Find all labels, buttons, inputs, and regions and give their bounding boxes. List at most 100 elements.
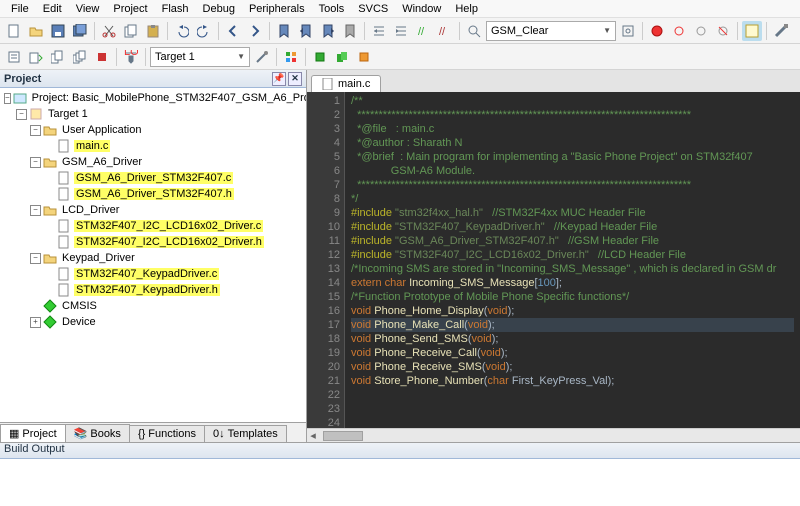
code-area[interactable]: /** ************************************…: [345, 92, 800, 428]
tree-file[interactable]: GSM_A6_Driver_STM32F407.h: [0, 186, 306, 202]
save-button[interactable]: [48, 21, 68, 41]
tab-project[interactable]: ▦Project: [0, 424, 66, 442]
expand-icon[interactable]: −: [30, 125, 41, 136]
bookmark-next-button[interactable]: [318, 21, 338, 41]
find-icon[interactable]: [464, 21, 484, 41]
code-editor[interactable]: 1234567891011121314151617181920212223242…: [307, 92, 800, 428]
menu-peripherals[interactable]: Peripherals: [242, 1, 312, 17]
nav-forward-button[interactable]: [245, 21, 265, 41]
tree-device[interactable]: + Device: [0, 314, 306, 330]
svg-text://: //: [439, 26, 446, 38]
expand-icon[interactable]: −: [30, 205, 41, 216]
menu-svcs[interactable]: SVCS: [351, 1, 395, 17]
breakpoint-clear-button[interactable]: [713, 21, 733, 41]
comment-button[interactable]: //: [413, 21, 433, 41]
tree-cmsis[interactable]: CMSIS: [0, 298, 306, 314]
open-button[interactable]: [26, 21, 46, 41]
translate-button[interactable]: [4, 47, 24, 67]
tree-cmsis-label: CMSIS: [60, 300, 99, 312]
tree-group[interactable]: − LCD_Driver: [0, 202, 306, 218]
project-pane-tabs: ▦Project 📚Books {}Functions 0↓Templates: [0, 422, 306, 442]
tree-root[interactable]: − Project: Basic_MobilePhone_STM32F407_G…: [0, 90, 306, 106]
tree-file[interactable]: main.c: [0, 138, 306, 154]
configure-button[interactable]: [771, 21, 791, 41]
folder-icon: [43, 203, 57, 217]
editor-tab-main[interactable]: main.c: [311, 75, 381, 92]
menu-file[interactable]: File: [4, 1, 36, 17]
batch-build-button[interactable]: [70, 47, 90, 67]
new-file-button[interactable]: [4, 21, 24, 41]
expand-icon[interactable]: +: [30, 317, 41, 328]
paste-button[interactable]: [143, 21, 163, 41]
tab-templates-label: Templates: [228, 428, 278, 440]
tab-functions[interactable]: {}Functions: [129, 425, 205, 442]
target-combo[interactable]: Target 1 ▼: [150, 47, 250, 67]
undo-button[interactable]: [172, 21, 192, 41]
menu-help[interactable]: Help: [448, 1, 485, 17]
menu-project[interactable]: Project: [106, 1, 154, 17]
books-icon: 📚: [74, 427, 88, 440]
uncomment-button[interactable]: //: [435, 21, 455, 41]
menu-view[interactable]: View: [69, 1, 107, 17]
search-combo[interactable]: GSM_Clear ▼: [486, 21, 616, 41]
build-output-pane: Build Output: [0, 442, 800, 506]
menu-debug[interactable]: Debug: [196, 1, 242, 17]
tree-file-label: STM32F407_KeypadDriver.h: [74, 284, 220, 296]
find-in-files-button[interactable]: [618, 21, 638, 41]
tree-group[interactable]: −GSM_A6_Driver: [0, 154, 306, 170]
nav-back-button[interactable]: [223, 21, 243, 41]
tree-file-label: STM32F407_KeypadDriver.c: [74, 268, 219, 280]
bookmark-prev-button[interactable]: [296, 21, 316, 41]
menu-edit[interactable]: Edit: [36, 1, 69, 17]
scrollbar-thumb[interactable]: [323, 431, 363, 441]
tab-books[interactable]: 📚Books: [65, 424, 130, 442]
tree-file[interactable]: STM32F407_KeypadDriver.h: [0, 282, 306, 298]
menu-flash[interactable]: Flash: [155, 1, 196, 17]
manage-rte-button[interactable]: [281, 47, 301, 67]
tree-file[interactable]: GSM_A6_Driver_STM32F407.c: [0, 170, 306, 186]
build-button[interactable]: [26, 47, 46, 67]
bookmark-button[interactable]: [274, 21, 294, 41]
tree-file-label: GSM_A6_Driver_STM32F407.c: [74, 172, 233, 184]
tree-file[interactable]: STM32F407_I2C_LCD16x02_Driver.h: [0, 234, 306, 250]
pack2-button[interactable]: [332, 47, 352, 67]
save-all-button[interactable]: [70, 21, 90, 41]
tree-file[interactable]: STM32F407_I2C_LCD16x02_Driver.c: [0, 218, 306, 234]
tree-file[interactable]: STM32F407_KeypadDriver.c: [0, 266, 306, 282]
pane-close-button[interactable]: ✕: [288, 72, 302, 86]
pack3-button[interactable]: [354, 47, 374, 67]
download-button[interactable]: LOAD: [121, 47, 141, 67]
tree-target[interactable]: − Target 1: [0, 106, 306, 122]
expand-icon[interactable]: −: [30, 157, 41, 168]
redo-button[interactable]: [194, 21, 214, 41]
tree-group[interactable]: −Keypad_Driver: [0, 250, 306, 266]
tree-group-label: LCD_Driver: [60, 204, 121, 216]
debug-button[interactable]: [647, 21, 667, 41]
options-button[interactable]: [252, 47, 272, 67]
breakpoint-disable-button[interactable]: [691, 21, 711, 41]
pane-pin-button[interactable]: 📌: [272, 72, 286, 86]
breakpoint-button[interactable]: [669, 21, 689, 41]
window-button[interactable]: [742, 21, 762, 41]
outdent-button[interactable]: [391, 21, 411, 41]
tab-templates[interactable]: 0↓Templates: [204, 425, 287, 442]
menu-bar: File Edit View Project Flash Debug Perip…: [0, 0, 800, 18]
expand-icon[interactable]: −: [16, 109, 27, 120]
menu-tools[interactable]: Tools: [312, 1, 352, 17]
cut-button[interactable]: [99, 21, 119, 41]
indent-button[interactable]: [369, 21, 389, 41]
copy-button[interactable]: [121, 21, 141, 41]
stop-build-button[interactable]: [92, 47, 112, 67]
tree-group[interactable]: −User Application: [0, 122, 306, 138]
project-pane-title: Project 📌 ✕: [0, 70, 306, 88]
project-tree[interactable]: − Project: Basic_MobilePhone_STM32F407_G…: [0, 88, 306, 422]
pack-button[interactable]: [310, 47, 330, 67]
rebuild-button[interactable]: [48, 47, 68, 67]
menu-window[interactable]: Window: [395, 1, 448, 17]
file-icon: [57, 219, 71, 233]
build-output-area[interactable]: [0, 459, 800, 506]
editor-hscroll[interactable]: ◂: [307, 428, 800, 442]
bookmark-clear-button[interactable]: [340, 21, 360, 41]
expand-icon[interactable]: −: [4, 93, 11, 104]
expand-icon[interactable]: −: [30, 253, 41, 264]
